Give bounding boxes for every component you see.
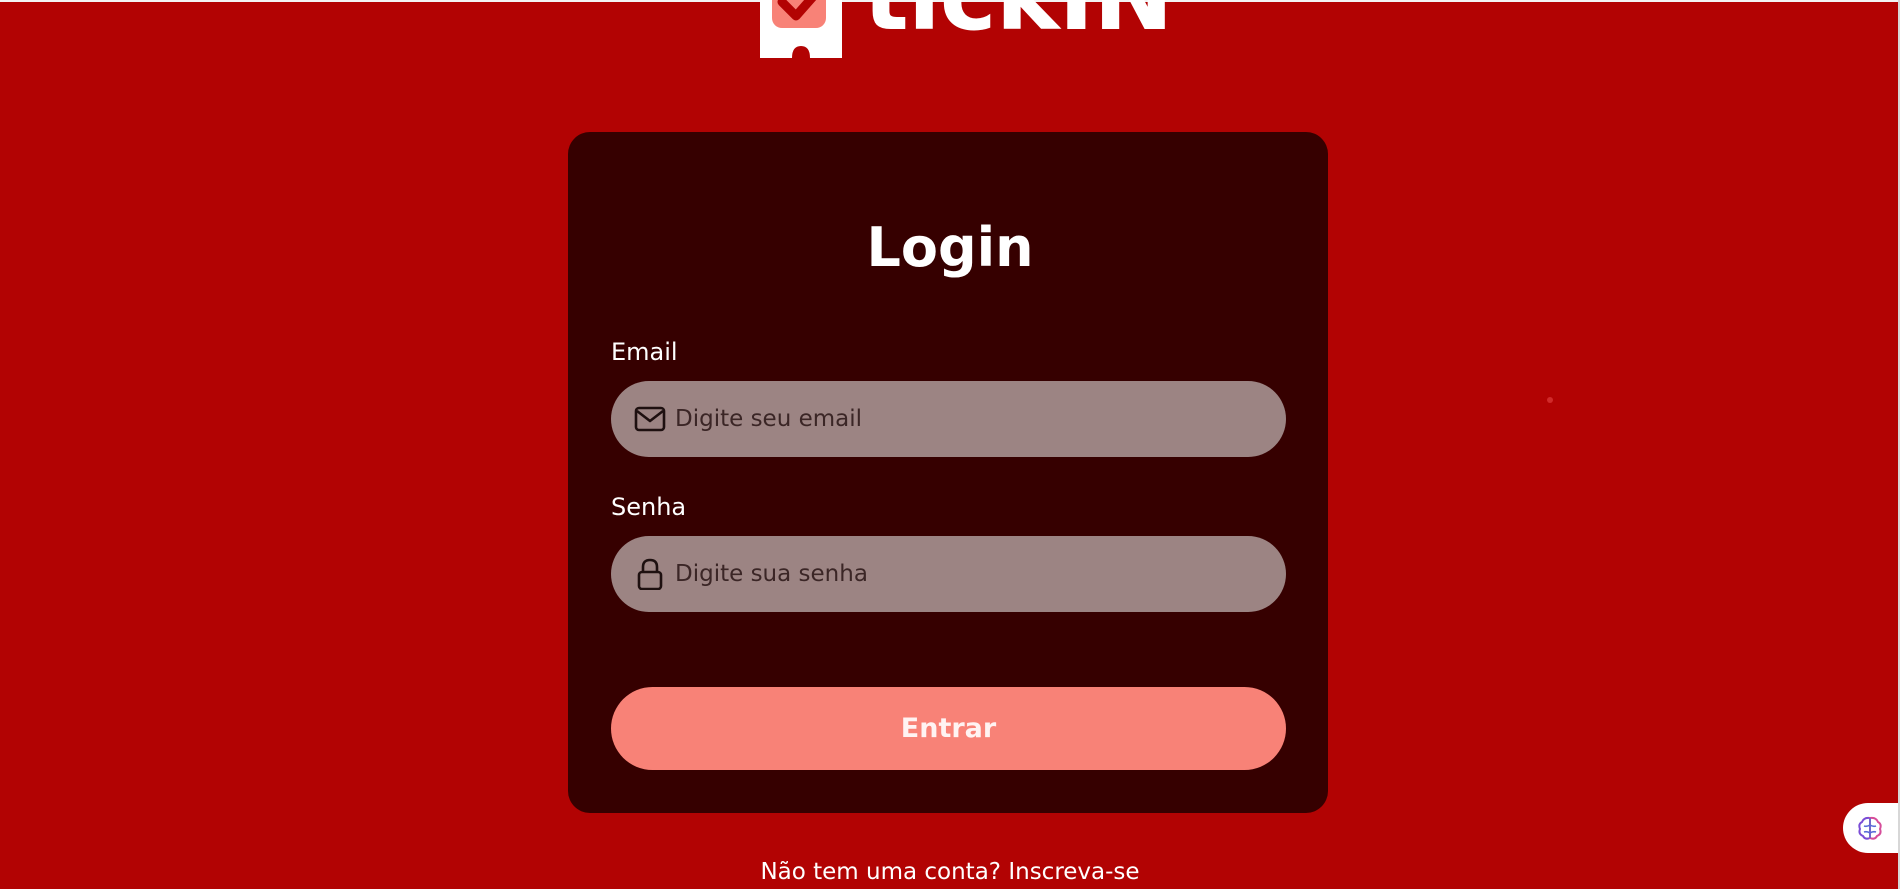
floating-widget-button[interactable] — [1843, 803, 1900, 853]
signup-link[interactable]: Inscreva-se — [1008, 859, 1139, 885]
signup-row: Não tem uma conta? Inscreva-se — [0, 858, 1900, 886]
email-input[interactable] — [675, 381, 1265, 457]
brain-icon — [1858, 816, 1882, 840]
password-input[interactable] — [675, 536, 1265, 612]
page-title: Login — [866, 216, 1034, 279]
logo: tickIN — [760, 0, 1174, 60]
lock-icon — [637, 558, 663, 590]
email-field-wrapper — [611, 381, 1286, 457]
email-label: Email — [611, 338, 678, 366]
submit-button[interactable]: Entrar — [611, 687, 1286, 770]
signup-prompt: Não tem uma conta? — [760, 859, 1002, 885]
ticket-check-logo-icon — [760, 0, 842, 58]
password-label: Senha — [611, 493, 687, 521]
password-field-wrapper — [611, 536, 1286, 612]
decorative-dot — [1547, 397, 1553, 403]
mail-icon — [634, 406, 666, 432]
logo-text: tickIN — [863, 0, 1174, 44]
